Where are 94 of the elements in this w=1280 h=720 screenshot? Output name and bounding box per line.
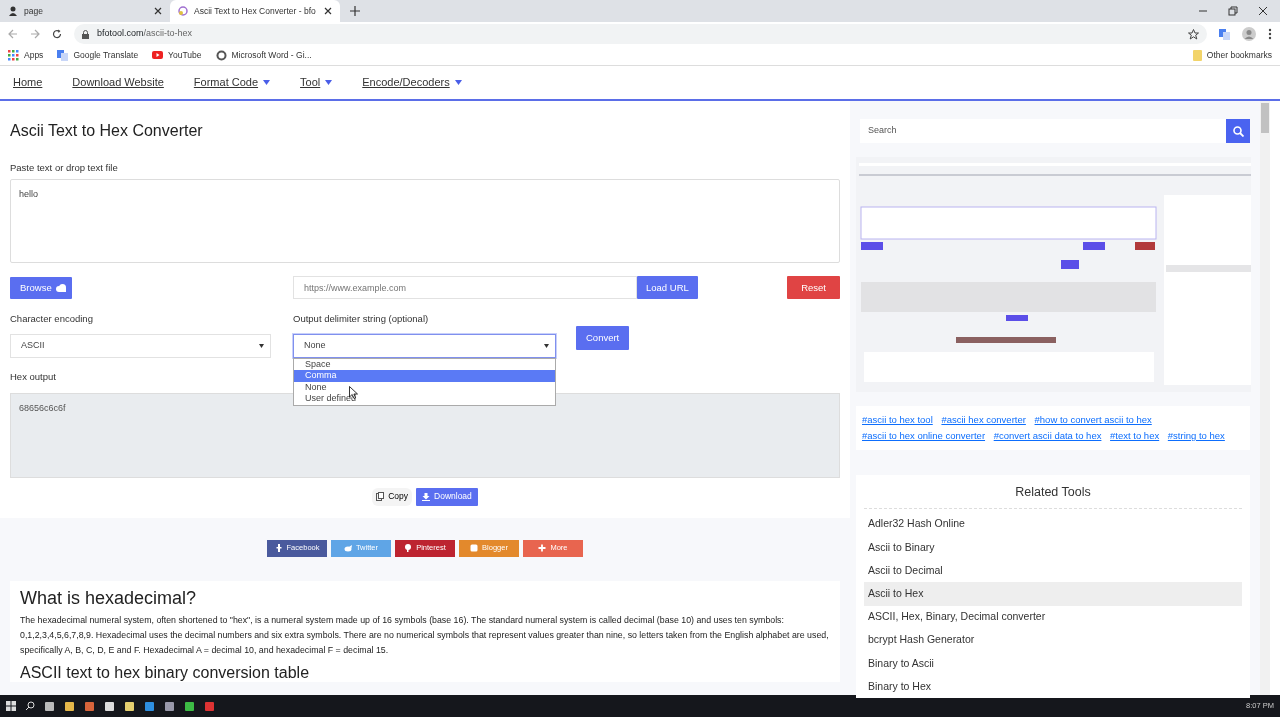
avatar-icon[interactable] xyxy=(1242,27,1256,41)
search-button[interactable] xyxy=(1226,119,1250,143)
page-title: Ascii Text to Hex Converter xyxy=(10,121,204,141)
translate-icon xyxy=(57,50,69,61)
search-field[interactable]: Search xyxy=(860,119,1250,143)
tag-link[interactable]: #ascii to hex tool xyxy=(862,414,933,425)
related-link[interactable]: bcrypt Hash Generator xyxy=(864,628,1242,652)
related-link[interactable]: Binary to Hex xyxy=(864,675,1242,699)
download-icon xyxy=(422,492,430,501)
app-icon[interactable] xyxy=(104,700,115,712)
url-field[interactable]: https://www.example.com xyxy=(293,276,637,300)
bookmark[interactable]: Apps xyxy=(8,49,44,62)
search-icon[interactable] xyxy=(25,701,35,711)
convert-button[interactable]: Convert xyxy=(576,326,630,351)
pin-icon xyxy=(404,544,413,552)
play-icon xyxy=(152,50,164,61)
nav-link[interactable]: Format Code xyxy=(193,74,271,91)
related-link[interactable]: Binary to Ascii xyxy=(864,651,1242,676)
nav-link[interactable]: Download Website xyxy=(72,74,164,91)
scrollbar[interactable] xyxy=(1260,101,1270,695)
dropdown-option[interactable]: None xyxy=(294,381,555,393)
browse-button[interactable]: Browse xyxy=(10,276,72,299)
close-icon[interactable] xyxy=(154,7,162,15)
article-paragraph: The hexadecimal numeral system, often shortened to "hex", is a numeral system made up of 16 symbols (base 16). The standard numeral system is called decimal (base 10) and uses ten symbols: 0,1,2,3,4,5,6,7,8,9. Hexadecimal uses the decimal numbers and six extra symbols. There are no numerical symbols that represent values greater than nine, so letters taken from the English alphabet are used, specifically A, B, C, D, E and F. Hexadecimal A = decimal 10, and hexadecimal F = decimal 15. xyxy=(20,613,830,657)
clipboard-icon xyxy=(376,492,385,501)
field-label: Paste text or drop text file xyxy=(10,161,119,175)
browser-tab[interactable]: Ascii Text to Hex Converter - bfo xyxy=(170,0,340,22)
tab-title: Ascii Text to Hex Converter - bfo xyxy=(194,4,317,18)
nav-link[interactable]: Encode/Decoders xyxy=(362,74,462,91)
search-icon xyxy=(1232,125,1244,137)
related-link[interactable]: Ascii to Decimal xyxy=(864,559,1242,583)
nav-link[interactable]: Home xyxy=(13,74,43,91)
app-icon[interactable] xyxy=(44,700,55,712)
tag-link[interactable]: #ascii to hex online converter xyxy=(862,430,986,441)
site-icon xyxy=(178,6,188,16)
square-icon xyxy=(470,544,479,552)
app-icon[interactable] xyxy=(64,700,75,712)
bookmark[interactable]: Other bookmarks xyxy=(1192,49,1272,62)
related-link[interactable]: Ascii to Binary xyxy=(864,535,1242,560)
related-link[interactable]: ASCII, Hex, Binary, Decimal converter xyxy=(864,605,1242,629)
apps-icon xyxy=(8,50,19,61)
related-link[interactable]: Adler32 Hash Online xyxy=(864,512,1242,536)
caret-icon xyxy=(259,343,264,348)
tag-link[interactable]: #text to hex xyxy=(1110,430,1160,441)
close-icon[interactable] xyxy=(324,7,332,15)
reset-button[interactable]: Reset xyxy=(787,276,840,300)
bookmark[interactable]: YouTube xyxy=(152,49,202,62)
bird-icon xyxy=(343,544,352,552)
folder-icon xyxy=(1192,50,1202,61)
tag-link[interactable]: #how to convert ascii to hex xyxy=(1034,414,1152,425)
globe-icon xyxy=(215,50,227,61)
windows-icon[interactable] xyxy=(6,701,16,711)
address-bar[interactable]: bfotool.com/ascii-to-hex xyxy=(74,24,1207,44)
lock-icon xyxy=(82,29,89,39)
menu-icon[interactable] xyxy=(1268,28,1272,40)
plus-icon xyxy=(538,544,547,552)
encoding-select[interactable]: ASCII xyxy=(10,333,271,358)
field-label: Output delimiter string (optional) xyxy=(293,312,430,327)
copy-button[interactable]: Copy xyxy=(372,487,412,506)
download-button[interactable]: Download xyxy=(416,487,478,506)
tag-link[interactable]: #string to hex xyxy=(1167,430,1225,441)
star-icon[interactable] xyxy=(1188,28,1199,40)
tab-title: page xyxy=(24,4,44,18)
dropdown-option[interactable]: Comma xyxy=(294,370,555,382)
app-icon[interactable] xyxy=(184,700,195,712)
article-heading: What is hexadecimal? xyxy=(20,586,198,609)
app-icon[interactable] xyxy=(164,700,175,712)
delimiter-select[interactable]: None xyxy=(293,333,556,358)
article-heading: ASCII text to hex binary conversion table xyxy=(20,663,311,682)
caret-icon xyxy=(544,343,549,348)
url-text: bfotool.com/ascii-to-hex xyxy=(97,27,193,41)
dropdown-option[interactable]: Space xyxy=(294,358,555,370)
reload-icon[interactable] xyxy=(52,29,62,39)
tag-link[interactable]: #ascii hex converter xyxy=(941,414,1026,425)
translate-icon[interactable] xyxy=(1219,28,1230,40)
cloud-icon xyxy=(55,283,67,292)
plus-icon[interactable] xyxy=(350,6,360,16)
bookmark[interactable]: Microsoft Word - Gi... xyxy=(215,49,312,62)
app-icon[interactable] xyxy=(124,700,135,712)
text-input[interactable]: hello xyxy=(10,179,840,264)
field-label: Hex output xyxy=(10,369,56,384)
close-icon[interactable] xyxy=(1258,6,1268,16)
logo-icon xyxy=(274,544,283,552)
load-url-button[interactable]: Load URL xyxy=(637,276,698,300)
person-icon xyxy=(8,6,18,16)
field-label: Character encoding xyxy=(10,312,94,327)
dropdown-option[interactable]: User defined xyxy=(294,393,555,405)
restore-icon[interactable] xyxy=(1228,6,1238,16)
nav-link[interactable]: Tool xyxy=(300,74,333,91)
tag-link[interactable]: #convert ascii data to hex xyxy=(993,430,1102,441)
browser-tab[interactable]: page xyxy=(0,0,170,22)
bookmark[interactable]: Google Translate xyxy=(57,49,139,62)
section-title: Related Tools xyxy=(864,483,1242,509)
related-link[interactable]: Ascii to Hex xyxy=(864,582,1242,606)
